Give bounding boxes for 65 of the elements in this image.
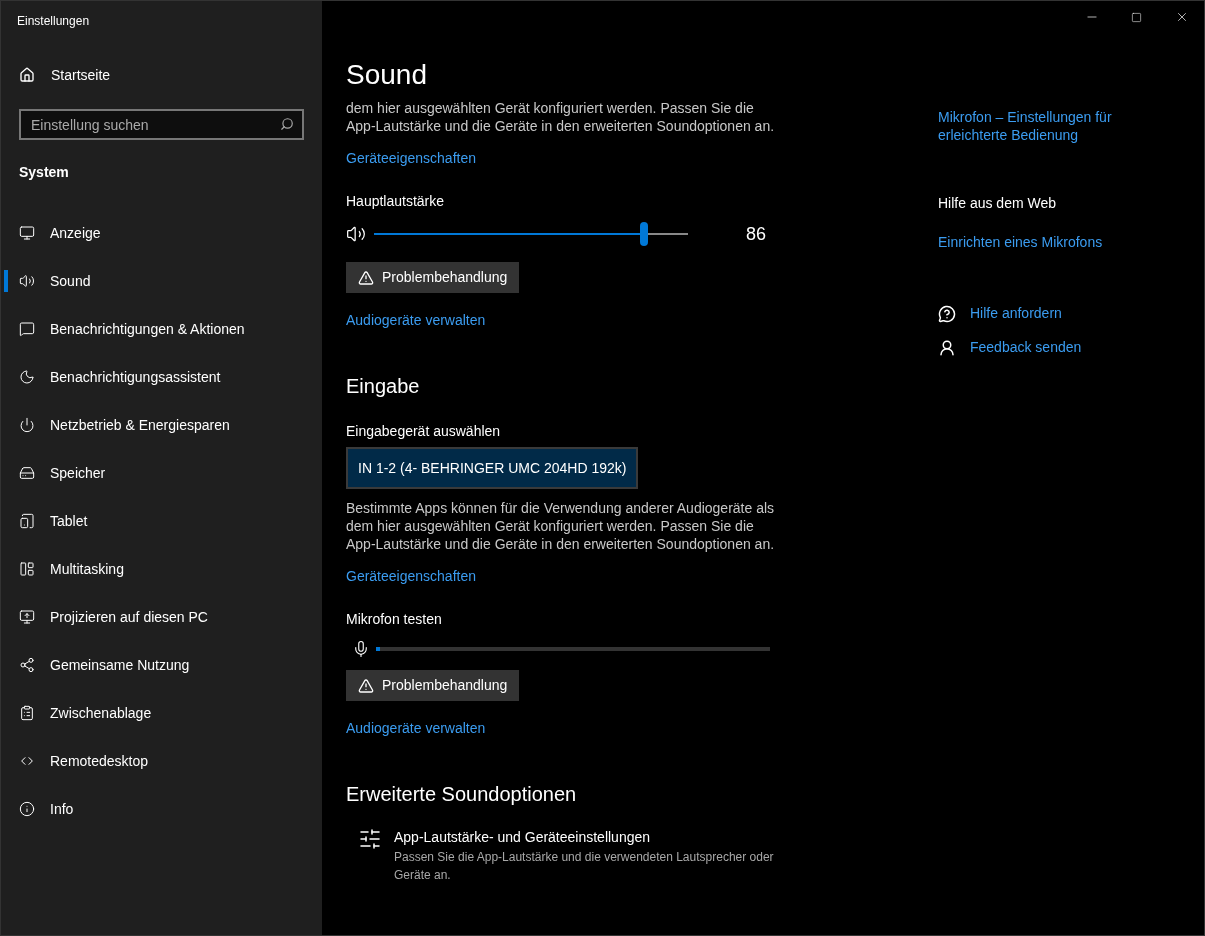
- option-description: Passen Sie die App-Lautstärke und die verwendeten Lautsprecher oder Geräte an.: [394, 849, 775, 884]
- input-description: Bestimmte Apps können für die Verwendung anderer Audiogeräte als dem hier ausgewählten Gerät konfiguriert werden. Passen Sie die App-Lautstärke und die Geräte in den erweiterten Soundoptionen an.: [346, 499, 776, 553]
- sidebar-item[interactable]: Projizieren auf diesen PC: [1, 593, 322, 641]
- mic-test-label: Mikrofon testen: [346, 610, 442, 629]
- accessibility-link[interactable]: Mikrofon – Einstellungen für erleichterte Bedienung: [938, 108, 1158, 144]
- home-icon: [19, 67, 35, 83]
- monitor-icon: [19, 225, 35, 241]
- microphone-icon: [352, 640, 370, 658]
- sidebar-item[interactable]: Speicher: [1, 449, 322, 497]
- power-icon: [19, 417, 35, 433]
- input-device-dropdown[interactable]: IN 1-2 (4- BEHRINGER UMC 204HD 192k): [346, 447, 639, 489]
- sliders-icon: [358, 827, 382, 851]
- device-properties-link[interactable]: Geräteeigenschaften: [346, 566, 476, 587]
- input-device-label: Eingabegerät auswählen: [346, 422, 501, 441]
- volume-label: Hauptlautstärke: [346, 192, 445, 211]
- sidebar-item[interactable]: Benachrichtigungsassistent: [1, 353, 322, 401]
- page-title: Sound: [346, 58, 427, 92]
- option-title: App-Lautstärke- und Geräteeinstellungen: [394, 828, 651, 847]
- sidebar-item[interactable]: Zwischenablage: [1, 689, 322, 737]
- section-heading: System: [18, 163, 69, 182]
- web-help-heading: Hilfe aus dem Web: [938, 194, 1056, 213]
- selection-indicator: [4, 270, 8, 292]
- section-heading: Erweiterte Soundoptionen: [346, 782, 577, 807]
- sidebar-item[interactable]: Info: [1, 785, 322, 833]
- layout-icon: [19, 561, 35, 577]
- web-help-link[interactable]: Einrichten eines Mikrofons: [938, 232, 1103, 253]
- sidebar-item[interactable]: Netzbetrieb & Energiesparen: [1, 401, 322, 449]
- warning-icon: [358, 269, 374, 286]
- speaker-icon: [346, 224, 366, 244]
- device-properties-link[interactable]: Geräteeigenschaften: [346, 148, 476, 169]
- sidebar-item[interactable]: Anzeige: [1, 209, 322, 257]
- speaker-icon: [19, 273, 35, 289]
- sidebar-item[interactable]: Gemeinsame Nutzung: [1, 641, 322, 689]
- manage-devices-link[interactable]: Audiogeräte verwalten: [346, 718, 486, 739]
- sidebar-item[interactable]: Multitasking: [1, 545, 322, 593]
- sidebar-item[interactable]: Benachrichtigungen & Aktionen: [1, 305, 322, 353]
- monitor-icon: [19, 609, 35, 625]
- volume-reading: 86: [746, 222, 767, 246]
- troubleshoot-button[interactable]: Problembehandlung: [346, 262, 520, 293]
- info-icon: [19, 801, 35, 817]
- moon-icon: [19, 369, 35, 385]
- section-heading: Eingabe: [346, 374, 420, 399]
- warning-icon: [358, 677, 374, 694]
- sidebar-item[interactable]: Tablet: [1, 497, 322, 545]
- window-title: Einstellungen: [16, 13, 90, 30]
- drive-icon: [19, 465, 35, 481]
- search-field[interactable]: Einstellung suchen: [19, 109, 304, 140]
- sidebar-item[interactable]: Remotedesktop: [1, 737, 322, 785]
- slider-thumb[interactable]: [640, 222, 649, 246]
- feedback-icon: [938, 338, 956, 357]
- volume-slider[interactable]: [374, 222, 688, 246]
- clipboard-icon: [19, 705, 35, 721]
- get-help-link[interactable]: Hilfe anfordern: [970, 303, 1062, 324]
- home-item[interactable]: Startseite: [1, 51, 119, 99]
- app-volume-option[interactable]: App-Lautstärke- und Geräteeinstellungen Passen Sie die App-Lautstärke und die verwendeten Lautsprecher oder Geräte an.: [346, 827, 938, 884]
- output-description: dem hier ausgewählten Gerät konfiguriert werden. Passen Sie die App-Lautstärke und die Geräte in den erweiterten Soundoptionen an.: [346, 99, 776, 135]
- search-icon: [280, 117, 294, 131]
- troubleshoot-button[interactable]: Problembehandlung: [346, 670, 520, 701]
- share-icon: [19, 657, 35, 673]
- message-icon: [19, 321, 35, 337]
- feedback-link[interactable]: Feedback senden: [970, 337, 1082, 358]
- manage-devices-link[interactable]: Audiogeräte verwalten: [346, 310, 486, 331]
- tablet-icon: [19, 513, 35, 529]
- help-icon: [938, 304, 956, 323]
- maximize-icon: [1131, 11, 1142, 23]
